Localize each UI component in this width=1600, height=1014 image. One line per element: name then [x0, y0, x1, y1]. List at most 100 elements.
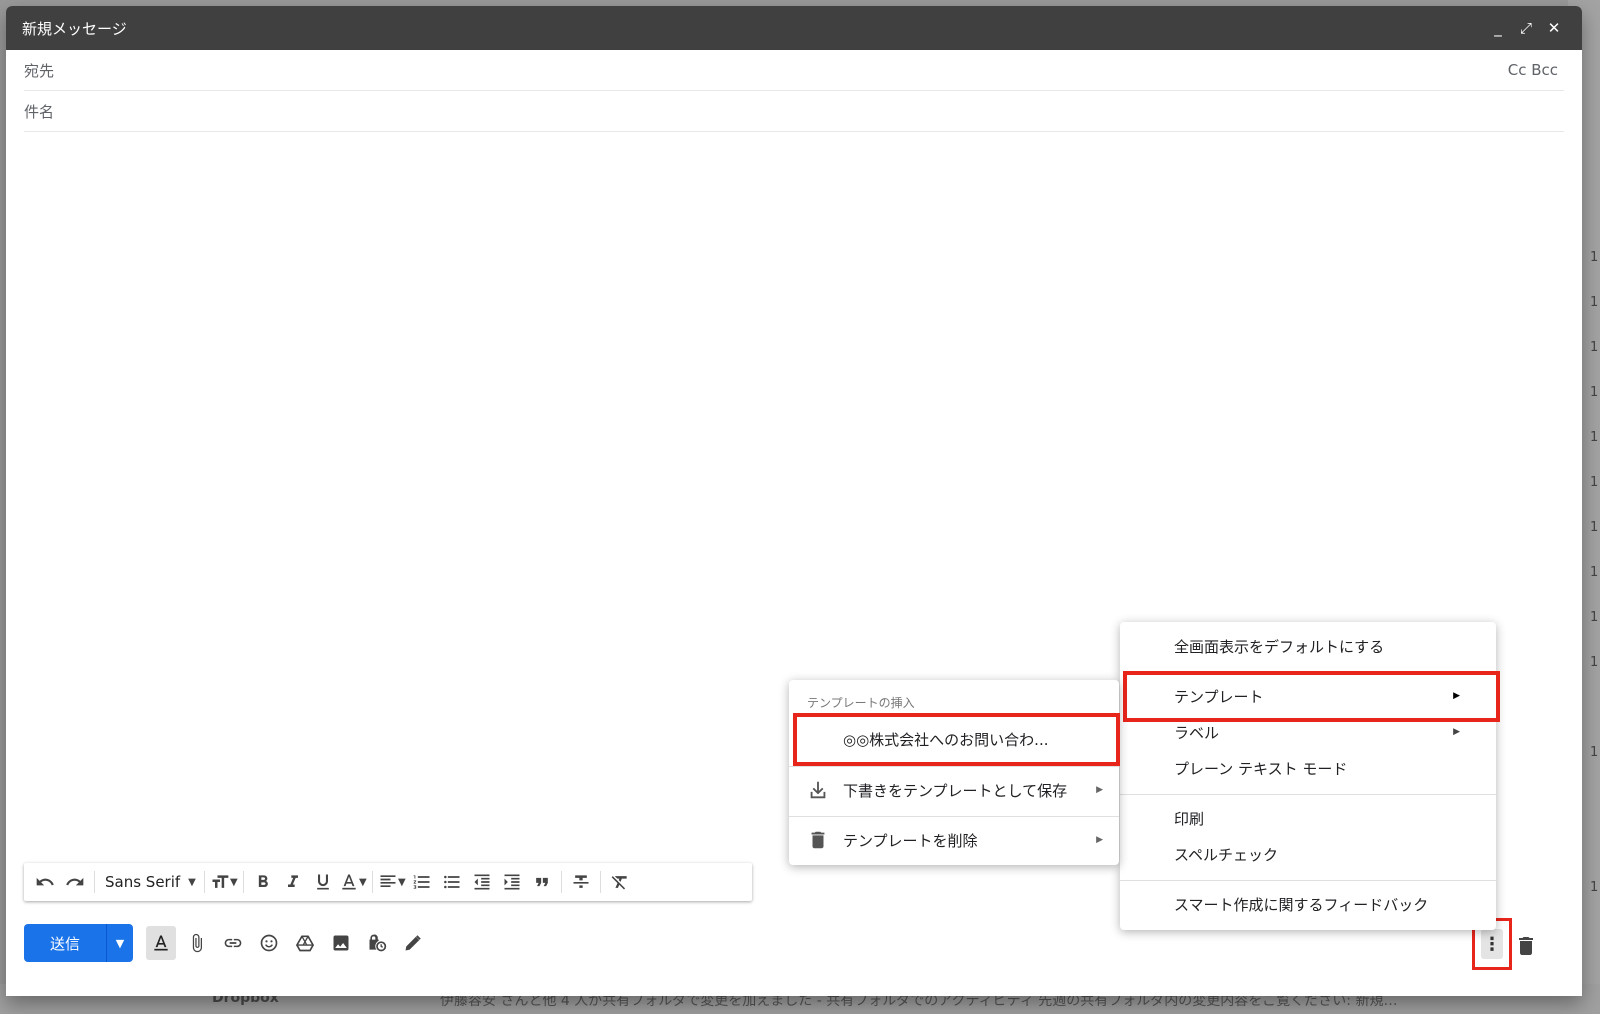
menu-divider — [1120, 794, 1496, 795]
redo-icon — [66, 877, 84, 886]
subject-field[interactable]: 件名 — [24, 91, 1564, 132]
more-vert-icon: ⋮ — [1481, 929, 1503, 959]
templates-submenu: テンプレートの挿入 ◎◎株式会社へのお問い合わ... 下書きをテンプレートとして… — [789, 680, 1119, 865]
text-format-icon — [154, 935, 168, 951]
chevron-down-icon: ▼ — [188, 876, 196, 888]
download-icon — [810, 781, 826, 799]
to-field[interactable]: 宛先 Cc Bcc — [24, 50, 1564, 91]
formatting-toolbar: Sans Serif ▼ ▼ ▼ ▼ — [24, 863, 752, 901]
delete-template[interactable]: テンプレートを削除 ▶ — [789, 818, 1119, 862]
italic-button[interactable] — [278, 868, 308, 896]
close-button[interactable]: ✕ — [1542, 16, 1566, 40]
menu-item-spellcheck[interactable]: スペルチェック — [1120, 837, 1496, 871]
quote-button[interactable] — [527, 868, 557, 896]
background-date-tick: 1 — [1590, 430, 1599, 445]
menu-item-label: 全画面表示をデフォルトにする — [1174, 637, 1385, 656]
formatting-options-button[interactable] — [146, 926, 176, 960]
compose-actions — [146, 926, 428, 960]
background-date-tick: 1 — [1590, 385, 1599, 400]
save-draft-as-template[interactable]: 下書きをテンプレートとして保存 ▶ — [789, 768, 1119, 812]
indent-more-icon — [504, 874, 520, 890]
submenu-item-label: テンプレートを削除 — [843, 831, 978, 850]
highlight-template-item — [793, 713, 1120, 766]
bulleted-list-button[interactable] — [437, 868, 467, 896]
text-color-button[interactable]: ▼ — [338, 868, 368, 896]
strikethrough-button[interactable] — [566, 868, 596, 896]
menu-item-default-fullscreen[interactable]: 全画面表示をデフォルトにする — [1120, 629, 1496, 663]
submenu-item-label: 下書きをテンプレートとして保存 — [843, 781, 1068, 800]
align-button[interactable]: ▼ — [377, 868, 407, 896]
insert-photo-button[interactable] — [326, 926, 356, 960]
redo-button[interactable] — [60, 868, 90, 896]
background-date-tick: 1 — [1590, 655, 1599, 670]
cc-bcc-link[interactable]: Cc Bcc — [1508, 61, 1558, 79]
discard-draft-button[interactable] — [1514, 934, 1538, 958]
drive-icon — [295, 935, 315, 952]
indent-less-button[interactable] — [467, 868, 497, 896]
background-date-tick: 1 — [1590, 340, 1599, 355]
numbered-list-icon — [413, 875, 430, 889]
minimize-button[interactable]: _ — [1486, 16, 1510, 40]
background-date-tick: 1 — [1590, 520, 1599, 535]
close-icon: ✕ — [1547, 19, 1561, 37]
highlight-templates — [1123, 671, 1500, 722]
menu-item-label: スペルチェック — [1174, 845, 1278, 864]
toolbar-divider — [560, 871, 562, 893]
bold-button[interactable] — [248, 868, 278, 896]
insert-drive-button[interactable] — [290, 926, 320, 960]
bulleted-list-icon — [443, 875, 460, 889]
undo-icon — [36, 877, 54, 886]
menu-item-print[interactable]: 印刷 — [1120, 801, 1496, 835]
align-left-icon — [380, 875, 396, 887]
to-label: 宛先 — [24, 61, 55, 80]
background-date-tick: 1 — [1590, 880, 1599, 895]
chevron-right-icon: ▶ — [1453, 727, 1460, 737]
font-family-select[interactable]: Sans Serif ▼ — [99, 873, 200, 891]
menu-item-plain-text[interactable]: プレーン テキスト モード — [1120, 751, 1496, 785]
toolbar-divider — [203, 871, 205, 893]
font-size-button[interactable]: ▼ — [209, 868, 239, 896]
insert-emoji-button[interactable] — [254, 926, 284, 960]
clear-formatting-icon — [611, 876, 627, 890]
menu-item-label: ラベル — [1174, 723, 1220, 742]
submenu-header: テンプレートの挿入 — [807, 696, 915, 710]
numbered-list-button[interactable] — [407, 868, 437, 896]
confidential-mode-button[interactable] — [362, 926, 392, 960]
background-date-tick: 1 — [1590, 565, 1599, 580]
photo-icon — [333, 935, 349, 951]
menu-divider — [789, 816, 1119, 817]
menu-item-label: スマート作成に関するフィードバック — [1174, 895, 1429, 914]
bold-icon — [258, 875, 268, 887]
underline-icon — [317, 874, 329, 890]
chevron-down-icon: ▼ — [230, 876, 238, 888]
menu-item-label: プレーン テキスト モード — [1174, 759, 1348, 778]
menu-item-smart-compose-feedback[interactable]: スマート作成に関するフィードバック — [1120, 887, 1496, 921]
trash-icon — [1519, 937, 1533, 955]
link-icon — [224, 938, 242, 948]
toolbar-divider — [94, 871, 95, 893]
chevron-down-icon: ▼ — [359, 876, 367, 888]
toolbar-divider — [371, 871, 373, 893]
clear-formatting-button[interactable] — [605, 868, 635, 896]
background-date-tick: 1 — [1590, 475, 1599, 490]
fullscreen-button[interactable]: ⤢ — [1514, 16, 1538, 40]
insert-signature-button[interactable] — [398, 926, 428, 960]
compose-titlebar[interactable]: 新規メッセージ _ ⤢ ✕ — [6, 6, 1582, 50]
undo-button[interactable] — [30, 868, 60, 896]
toolbar-divider — [242, 871, 244, 893]
send-button[interactable]: 送信 — [24, 924, 106, 962]
strikethrough-icon — [573, 875, 589, 888]
indent-more-button[interactable] — [497, 868, 527, 896]
lock-clock-icon — [369, 934, 387, 952]
subject-label: 件名 — [24, 102, 55, 121]
menu-divider — [789, 766, 1119, 767]
attach-file-button[interactable] — [182, 926, 212, 960]
quote-icon — [536, 877, 548, 887]
menu-divider — [1120, 880, 1496, 881]
underline-button[interactable] — [308, 868, 338, 896]
chevron-right-icon: ▶ — [1096, 785, 1103, 795]
background-date-tick: 1 — [1590, 610, 1599, 625]
chevron-down-icon: ▼ — [398, 876, 406, 888]
insert-link-button[interactable] — [218, 926, 248, 960]
send-options-button[interactable]: ▼ — [106, 924, 133, 962]
